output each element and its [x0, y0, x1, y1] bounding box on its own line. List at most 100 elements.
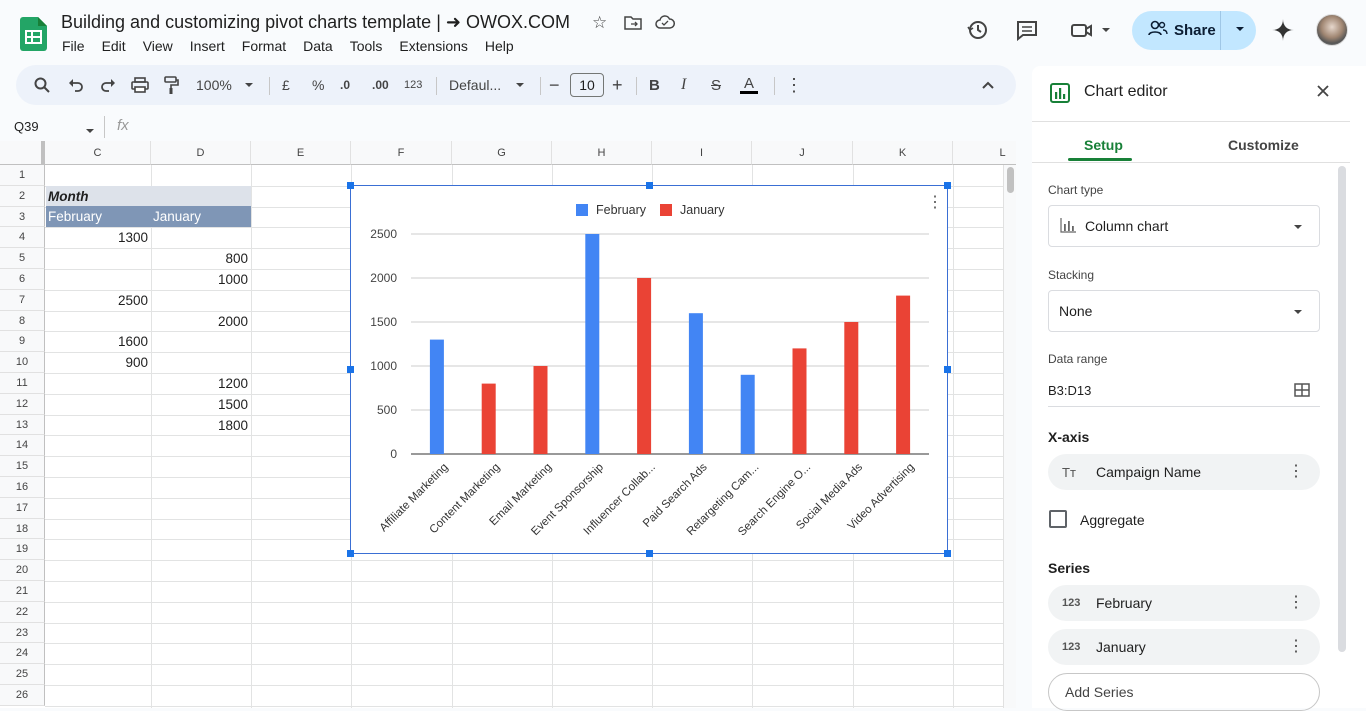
aggregate-checkbox[interactable]: [1049, 510, 1067, 528]
undo-icon[interactable]: [68, 75, 84, 95]
select-range-icon[interactable]: [1294, 383, 1310, 402]
february-value-cell[interactable]: 900: [46, 352, 148, 373]
row-header[interactable]: 13: [0, 414, 45, 436]
move-folder-icon[interactable]: [624, 14, 642, 35]
col-header-c[interactable]: C: [45, 141, 151, 165]
more-options-icon[interactable]: ⋮: [785, 75, 803, 95]
data-range-input[interactable]: B3:D13: [1048, 383, 1091, 398]
star-icon[interactable]: ☆: [592, 13, 607, 33]
january-value-cell[interactable]: 800: [152, 248, 248, 269]
font-select[interactable]: Defaul...: [449, 75, 525, 95]
more-options-icon[interactable]: ⋮: [1288, 593, 1304, 613]
text-color-button[interactable]: A: [740, 75, 759, 94]
meet-icon[interactable]: [1068, 17, 1112, 43]
row-header[interactable]: 2: [0, 185, 45, 207]
percent-button[interactable]: %: [312, 75, 324, 95]
column-chart[interactable]: 0 500 1000 1500 2000 2500 Affiliate Marketing C…: [347, 182, 951, 557]
row-header[interactable]: 19: [0, 539, 45, 561]
decrease-font-size-button[interactable]: −: [549, 75, 560, 95]
col-header-k[interactable]: K: [853, 141, 953, 165]
january-value-cell[interactable]: 1800: [152, 415, 248, 436]
panel-scrollbar[interactable]: [1338, 166, 1346, 652]
spreadsheet-grid[interactable]: C D E F G H I J K L 1 2 3 4 5 6 7 8 9 10 11 12 13 14 1…: [0, 141, 1016, 708]
row-header[interactable]: 16: [0, 477, 45, 498]
series-chip-january[interactable]: 123 January ⋮: [1048, 629, 1320, 665]
row-header[interactable]: 8: [0, 310, 45, 332]
february-value-cell[interactable]: [46, 248, 148, 269]
resize-handle[interactable]: [646, 550, 653, 557]
decrease-decimal-button[interactable]: .0: [340, 75, 350, 95]
row-header[interactable]: 6: [0, 269, 45, 290]
version-history-icon[interactable]: [965, 17, 991, 43]
resize-handle[interactable]: [347, 366, 354, 373]
resize-handle[interactable]: [944, 366, 951, 373]
col-header-j[interactable]: J: [752, 141, 853, 165]
menu-tools[interactable]: Tools: [350, 38, 383, 54]
january-value-cell[interactable]: [152, 290, 248, 311]
col-header-i[interactable]: I: [652, 141, 752, 165]
gemini-icon[interactable]: [1270, 17, 1296, 43]
series-chip-february[interactable]: 123 February ⋮: [1048, 585, 1320, 621]
col-header-l[interactable]: L: [953, 141, 1016, 165]
stacking-dropdown[interactable]: None: [1048, 290, 1320, 332]
row-header[interactable]: 4: [0, 227, 45, 249]
menu-help[interactable]: Help: [485, 38, 514, 54]
menu-format[interactable]: Format: [242, 38, 286, 54]
row-header[interactable]: 25: [0, 664, 45, 685]
share-dropdown-icon[interactable]: [1234, 22, 1246, 40]
resize-handle[interactable]: [347, 182, 354, 189]
row-header[interactable]: 23: [0, 622, 45, 644]
row-header[interactable]: 14: [0, 435, 45, 457]
vertical-scrollbar[interactable]: [1003, 165, 1016, 708]
cloud-status-icon[interactable]: [655, 14, 675, 35]
resize-handle[interactable]: [347, 550, 354, 557]
february-value-cell[interactable]: [46, 415, 148, 436]
menu-data[interactable]: Data: [303, 38, 333, 54]
january-value-cell[interactable]: 1200: [152, 373, 248, 394]
zoom-select[interactable]: 100%: [196, 75, 254, 95]
january-value-cell[interactable]: 1000: [152, 269, 248, 290]
row-header[interactable]: 1: [0, 165, 45, 186]
february-header-cell[interactable]: February: [48, 206, 102, 227]
row-header[interactable]: 10: [0, 352, 45, 373]
january-value-cell[interactable]: [152, 227, 248, 248]
row-header[interactable]: 12: [0, 393, 45, 415]
share-button[interactable]: Share: [1132, 11, 1256, 50]
january-value-cell[interactable]: 1500: [152, 394, 248, 415]
col-header-f[interactable]: F: [351, 141, 452, 165]
row-header[interactable]: 20: [0, 560, 45, 581]
currency-button[interactable]: £: [282, 75, 290, 95]
resize-handle[interactable]: [944, 550, 951, 557]
row-header[interactable]: 26: [0, 685, 45, 706]
row-header[interactable]: 15: [0, 456, 45, 477]
col-header-e[interactable]: E: [251, 141, 351, 165]
close-icon[interactable]: [1316, 84, 1330, 103]
x-axis-chip[interactable]: Tт Campaign Name ⋮: [1048, 454, 1320, 490]
january-header-cell[interactable]: January: [153, 206, 201, 227]
menu-file[interactable]: File: [62, 38, 85, 54]
search-menus-icon[interactable]: [34, 75, 50, 95]
avatar[interactable]: [1316, 14, 1348, 46]
row-header[interactable]: 9: [0, 331, 45, 353]
row-header[interactable]: 17: [0, 497, 45, 519]
menu-insert[interactable]: Insert: [190, 38, 225, 54]
increase-decimal-button[interactable]: .00: [372, 75, 389, 95]
paint-format-icon[interactable]: [163, 75, 179, 95]
redo-icon[interactable]: [100, 75, 116, 95]
february-value-cell[interactable]: 1600: [46, 331, 148, 352]
col-header-d[interactable]: D: [151, 141, 251, 165]
increase-font-size-button[interactable]: +: [612, 75, 623, 95]
name-box[interactable]: Q39: [14, 119, 39, 134]
tab-setup[interactable]: Setup: [1084, 137, 1123, 153]
menu-edit[interactable]: Edit: [102, 38, 126, 54]
january-value-cell[interactable]: [152, 352, 248, 373]
add-series-button[interactable]: Add Series: [1048, 673, 1320, 711]
january-value-cell[interactable]: 2000: [152, 311, 248, 332]
february-value-cell[interactable]: 2500: [46, 290, 148, 311]
document-title[interactable]: Building and customizing pivot charts te…: [61, 12, 570, 33]
italic-button[interactable]: I: [681, 75, 686, 95]
col-header-h[interactable]: H: [552, 141, 652, 165]
bold-button[interactable]: B: [649, 75, 660, 95]
february-value-cell[interactable]: [46, 394, 148, 415]
menu-view[interactable]: View: [143, 38, 173, 54]
